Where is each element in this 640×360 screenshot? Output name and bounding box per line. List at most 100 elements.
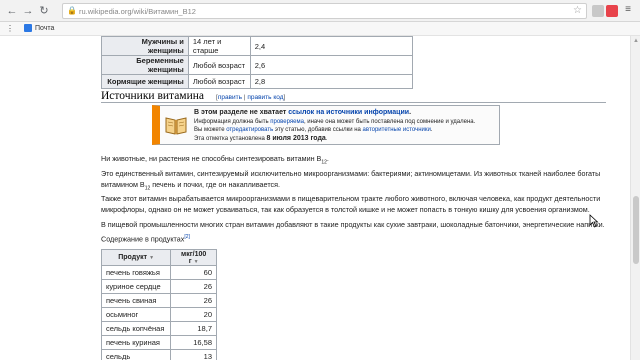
table-cell-age: Любой возраст bbox=[187, 74, 251, 89]
value-cell: 26 bbox=[170, 293, 217, 308]
product-cell: сельдь bbox=[100, 349, 172, 360]
apps-grid-icon[interactable]: ⋮ bbox=[6, 25, 16, 33]
mouse-cursor-icon bbox=[589, 214, 599, 228]
citation-needed-notice: В этом разделе не хватает ссылок на исто… bbox=[152, 105, 500, 145]
paragraph-3: Также этот витамин вырабатывается микроо… bbox=[101, 193, 606, 215]
mail-bookmark-icon bbox=[24, 24, 32, 32]
product-cell: куриное сердце bbox=[100, 279, 172, 294]
paragraph-4: В пищевой промышленности многих стран ви… bbox=[101, 219, 606, 230]
table-row: Беременные женщины Любой возраст 2,6 bbox=[101, 55, 414, 75]
column-header-value[interactable]: мкг/100 г ▼ bbox=[170, 249, 217, 266]
notice-line1-end: , иначе она может быть поставлена под со… bbox=[303, 118, 476, 125]
table-cell-group: Кормящие женщины bbox=[101, 74, 189, 89]
table-cell-group: Беременные женщины bbox=[101, 55, 189, 75]
table-cell-group: Мужчины и женщины bbox=[101, 36, 189, 56]
dosage-table: Мужчины и женщины 14 лет и старше 2,4 Бе… bbox=[101, 36, 414, 89]
paragraph-1: Ни животные, ни растения не способны син… bbox=[101, 153, 606, 168]
edit-bracket-close: ] bbox=[283, 94, 286, 101]
table-row: Кормящие женщины Любой возраст 2,8 bbox=[101, 74, 414, 89]
reload-icon[interactable]: ↻ bbox=[38, 5, 50, 17]
notice-line3: Эта отметка установлена bbox=[194, 135, 267, 142]
paragraph-text: печень и почки, где он накапливается. bbox=[150, 180, 281, 189]
table-row: Мужчины и женщины 14 лет и старше 2,4 bbox=[101, 36, 414, 56]
table-cell-value: 2,6 bbox=[249, 55, 414, 75]
value-cell: 26 bbox=[170, 279, 217, 294]
browser-menu-icon[interactable]: ≡ bbox=[622, 4, 634, 15]
verifiable-link[interactable]: проверяема bbox=[270, 119, 304, 125]
notice-line2-mid: эту статью, добавив ссылки на bbox=[273, 127, 363, 133]
table-cell-value: 2,8 bbox=[249, 74, 414, 89]
column-header-product[interactable]: Продукт ▼ bbox=[100, 249, 172, 266]
paragraph-end: . bbox=[326, 154, 329, 163]
table-row: печень свиная 26 bbox=[100, 293, 217, 308]
scroll-thumb[interactable] bbox=[633, 196, 639, 264]
reference-link[interactable]: [2] bbox=[184, 234, 190, 240]
table-row: сельдь копчёная 18,7 bbox=[100, 321, 217, 336]
notice-line1: Информация должна быть bbox=[194, 118, 271, 125]
notice-title-end: . bbox=[409, 109, 412, 116]
reliable-sources-link[interactable]: авторитетные источники bbox=[363, 127, 431, 133]
header-label: Продукт bbox=[118, 254, 148, 261]
value-cell: 13 bbox=[170, 349, 217, 360]
back-arrow-icon[interactable]: ← bbox=[6, 5, 18, 17]
section-heading: Источники витамина bbox=[101, 90, 204, 102]
table-row: печень куриная 16,58 bbox=[100, 335, 217, 350]
product-cell: печень куриная bbox=[100, 335, 172, 350]
edit-code-link[interactable]: править код bbox=[247, 94, 283, 101]
notice-title-link[interactable]: ссылок на источники информации bbox=[288, 109, 409, 116]
product-cell: сельдь копчёная bbox=[100, 321, 172, 336]
notice-line2-end: . bbox=[430, 127, 433, 133]
forward-arrow-icon[interactable]: → bbox=[22, 5, 34, 17]
notice-text: В этом разделе не хватает ссылок на исто… bbox=[194, 109, 499, 143]
bookmark-star-icon[interactable]: ☆ bbox=[573, 5, 582, 16]
url-text: ru.wikipedia.org/wiki/Витамин_B12 bbox=[79, 7, 196, 16]
book-icon bbox=[165, 117, 187, 135]
table-cell-age: 14 лет и старше bbox=[187, 36, 251, 56]
paragraph-text: Это единственный витамин, синтезируемый … bbox=[101, 169, 601, 178]
value-cell: 16,58 bbox=[170, 335, 217, 350]
table-row: печень говяжья 60 bbox=[100, 265, 217, 280]
paragraph-text: Также этот витамин вырабатывается микроо… bbox=[101, 194, 601, 203]
value-cell: 20 bbox=[170, 307, 217, 322]
bookmark-label: Почта bbox=[35, 24, 55, 32]
section-divider bbox=[101, 102, 606, 103]
scroll-up-icon[interactable]: ▲ bbox=[633, 38, 639, 44]
notice-line3-end: . bbox=[325, 135, 328, 142]
sort-icon: ▼ bbox=[193, 258, 199, 265]
value-cell: 60 bbox=[170, 265, 217, 280]
edit-link[interactable]: править bbox=[218, 94, 242, 101]
bookmark-mail[interactable]: Почта bbox=[24, 24, 54, 32]
notice-title: В этом разделе не хватает bbox=[194, 109, 289, 116]
product-cell: печень говяжья bbox=[100, 265, 172, 280]
sort-icon: ▼ bbox=[149, 255, 155, 261]
table-cell-age: Любой возраст bbox=[187, 55, 251, 75]
article-page: Мужчины и женщины 14 лет и старше 2,4 Бе… bbox=[0, 36, 630, 360]
extension-red-icon[interactable] bbox=[606, 5, 618, 17]
bookmarks-bar: ⋮ Почта bbox=[0, 22, 640, 36]
edit-article-link[interactable]: отредактировать bbox=[226, 127, 273, 133]
lock-icon: 🔒 bbox=[67, 6, 77, 15]
product-cell: печень свиная bbox=[100, 293, 172, 308]
table-row: сельдь 13 bbox=[100, 349, 217, 360]
browser-toolbar: ← → ↻ 🔒 ru.wikipedia.org/wiki/Витамин_B1… bbox=[0, 0, 640, 22]
value-cell: 18,7 bbox=[170, 321, 217, 336]
product-cell: осьминог bbox=[100, 307, 172, 322]
notice-line2: Вы можете bbox=[194, 127, 227, 133]
paragraph-text: витамином B bbox=[101, 180, 145, 189]
paragraph-text: В пищевой промышленности многих стран ви… bbox=[101, 220, 605, 229]
paragraph-text: Содержание в продуктах bbox=[101, 234, 185, 244]
paragraph-text: микрофлоры, однако он не может усваивать… bbox=[101, 205, 590, 214]
notice-date: 8 июля 2013 года bbox=[266, 134, 326, 142]
content-table: Продукт ▼ мкг/100 г ▼ печень говяжья 60 кур… bbox=[100, 249, 217, 360]
vertical-scrollbar[interactable]: ▲ bbox=[630, 36, 640, 360]
table-row: осьминог 20 bbox=[100, 307, 217, 322]
table-cell-value: 2,4 bbox=[249, 36, 414, 56]
paragraph-text: Ни животные, ни растения не способны син… bbox=[101, 154, 322, 163]
paragraph-2: Это единственный витамин, синтезируемый … bbox=[101, 168, 606, 194]
table-header-row: Продукт ▼ мкг/100 г ▼ bbox=[100, 249, 217, 266]
extension-icon[interactable] bbox=[592, 5, 604, 17]
address-bar[interactable]: 🔒 ru.wikipedia.org/wiki/Витамин_B12 ☆ bbox=[62, 3, 587, 19]
table-row: куриное сердце 26 bbox=[100, 279, 217, 294]
section-edit-links: [править | править код] bbox=[216, 94, 285, 101]
paragraph-5: Содержание в продуктах[2] bbox=[101, 232, 606, 244]
